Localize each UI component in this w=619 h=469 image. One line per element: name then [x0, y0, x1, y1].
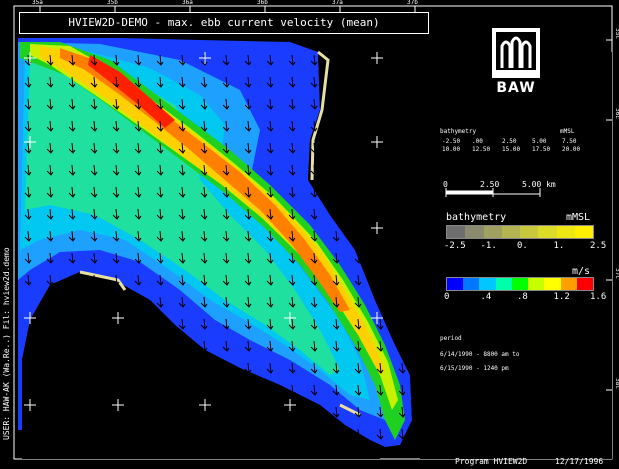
velocity-legend-unit: m/s	[572, 266, 591, 277]
bathy-table-header-label: bathymetry	[440, 128, 477, 135]
bathymetry-tick: -2.5	[444, 241, 466, 251]
logo-text: BAW	[496, 80, 536, 96]
footer-date: 12/17/1996	[555, 457, 604, 466]
top-tick-2: 35b	[107, 0, 118, 6]
map-title: HVIEW2D-DEMO - max. ebb current velocity…	[19, 12, 429, 34]
bathy-legend-unit: mMSL	[566, 212, 591, 223]
velocity-swatch	[544, 278, 561, 290]
scale-tick-0: 0	[443, 180, 448, 189]
velocity-swatch	[560, 278, 577, 290]
bathymetry-swatch	[501, 226, 520, 238]
period-line-2: 6/15/1990 - 1240 pm	[440, 365, 509, 372]
velocity-tick: 1.2	[553, 292, 570, 302]
top-tick-5: 37a	[332, 0, 343, 6]
bathymetry-swatch	[574, 226, 593, 238]
bathymetry-tick: 2.5	[590, 241, 607, 251]
velocity-colorbar	[446, 277, 594, 291]
velocity-swatch	[495, 278, 512, 290]
bathy-table-value: .00	[472, 138, 483, 145]
velocity-swatch	[463, 278, 480, 290]
velocity-swatch	[511, 278, 529, 290]
velocity-swatch	[528, 278, 545, 290]
top-tick-3: 36a	[182, 0, 193, 6]
scale-tick-1: 2.50	[480, 180, 500, 189]
right-tick-2: 36c	[613, 108, 619, 119]
bathy-table-value: 10.00	[442, 146, 461, 153]
top-tick-1: 35a	[32, 0, 43, 6]
bathy-table-value: 20.00	[562, 146, 581, 153]
bathy-table-value: 7.50	[562, 138, 577, 145]
bathy-table-value: 2.50	[502, 138, 517, 145]
user-file-label: USER: HAW-AK (Wa.Re..) Fil: hview2d.demo	[2, 247, 11, 440]
bathymetry-swatch	[465, 226, 484, 238]
top-tick-6: 37b	[407, 0, 418, 6]
velocity-tick: .4	[480, 292, 492, 302]
scale-tick-2: 5.00 km	[522, 180, 556, 189]
bathy-table-header-unit: mMSL	[560, 128, 575, 135]
velocity-tick: 1.6	[590, 292, 607, 302]
baw-logo: BAW	[492, 28, 540, 96]
footer-program: Program HVIEW2D	[455, 457, 528, 466]
bathymetry-swatch	[538, 226, 557, 238]
bathy-table-value: 12.50	[472, 146, 491, 153]
period-line-1: 6/14/1990 - 8800 am to	[440, 351, 520, 358]
bathymetry-swatch	[483, 226, 502, 238]
right-tick-4: 38c	[613, 378, 619, 389]
bathy-legend-label: bathymetry	[446, 212, 507, 223]
bathymetry-tick: -1.	[480, 241, 497, 251]
bathy-table-value: -2.50	[442, 138, 461, 145]
bathy-table-value: 17.50	[532, 146, 551, 153]
velocity-swatch	[576, 278, 593, 290]
bathymetry-colorbar	[446, 225, 594, 239]
period-label: period	[440, 335, 462, 342]
right-tick-3: 37c	[613, 268, 619, 279]
bathy-table-value: 15.00	[502, 146, 521, 153]
velocity-swatch	[479, 278, 496, 290]
right-tick-1: 35c	[613, 28, 619, 39]
bathymetry-tick: 0.	[517, 241, 528, 251]
velocity-tick: 0	[444, 292, 450, 302]
bathymetry-swatch	[520, 226, 539, 238]
top-tick-4: 36b	[257, 0, 268, 6]
bathymetry-swatch	[556, 226, 575, 238]
bathymetry-tick: 1.	[553, 241, 565, 251]
velocity-tick: .8	[517, 292, 528, 302]
bathy-table-value: 5.00	[532, 138, 547, 145]
bathymetry-swatch	[447, 226, 466, 238]
velocity-swatch	[447, 278, 464, 290]
